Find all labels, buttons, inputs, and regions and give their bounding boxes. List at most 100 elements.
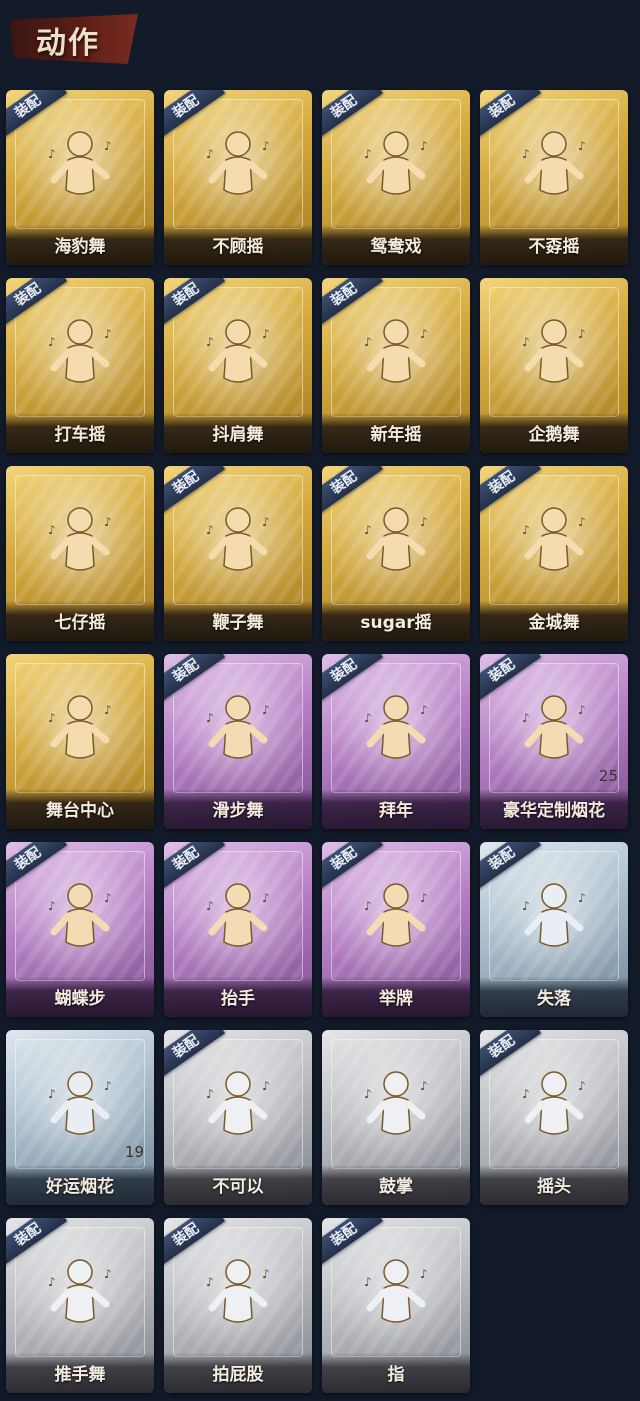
- dance-figure-icon: ♪♪: [48, 507, 112, 571]
- emote-card[interactable]: ♪ ♪ 失落 装配: [480, 842, 628, 1017]
- emote-card[interactable]: ♪ ♪ 舞台中心: [6, 654, 154, 829]
- svg-text:♪: ♪: [48, 147, 56, 161]
- svg-text:♪: ♪: [522, 1087, 530, 1101]
- svg-text:♪: ♪: [522, 523, 530, 537]
- svg-text:♪: ♪: [48, 1275, 56, 1289]
- svg-text:♪: ♪: [48, 523, 56, 537]
- emote-card[interactable]: ♪ ♪ 豪华定制烟花 25 装配: [480, 654, 628, 829]
- emote-card[interactable]: ♪ ♪ 滑步舞 装配: [164, 654, 312, 829]
- svg-text:♪: ♪: [262, 139, 270, 153]
- page-title: 动作: [36, 26, 100, 61]
- emote-card[interactable]: ♪ ♪ 七仔摇: [6, 466, 154, 641]
- emote-label: 举牌: [379, 989, 413, 1009]
- emote-card[interactable]: ♪ ♪ 不可以 装配: [164, 1030, 312, 1205]
- emote-card[interactable]: ♪ ♪ 企鹅舞: [480, 278, 628, 453]
- emote-card[interactable]: ♪ ♪ 指装配: [322, 1218, 470, 1393]
- emote-card[interactable]: ♪ ♪ 不顾摇 装配: [164, 90, 312, 265]
- svg-text:♪: ♪: [364, 147, 372, 161]
- svg-text:♪: ♪: [578, 515, 586, 529]
- svg-text:♪: ♪: [262, 1267, 270, 1281]
- emote-card[interactable]: ♪ ♪ 推手舞 装配: [6, 1218, 154, 1393]
- emote-card[interactable]: ♪ ♪ 新年摇 装配: [322, 278, 470, 453]
- emote-label: 七仔摇: [54, 613, 106, 633]
- dance-figure-icon: ♪♪: [206, 1259, 270, 1323]
- emote-card[interactable]: ♪ ♪ 鸳鸯戏 装配: [322, 90, 470, 265]
- dance-figure-icon: ♪♪: [48, 695, 112, 759]
- emote-card[interactable]: ♪ ♪ 金城舞 装配: [480, 466, 628, 641]
- emote-card[interactable]: ♪ ♪ 不孬摇 装配: [480, 90, 628, 265]
- svg-text:♪: ♪: [206, 147, 214, 161]
- emote-card[interactable]: ♪ ♪ 抖肩舞 装配: [164, 278, 312, 453]
- svg-text:♪: ♪: [262, 703, 270, 717]
- emote-label: 蝴蝶步: [54, 989, 106, 1009]
- svg-text:♪: ♪: [206, 899, 214, 913]
- dance-figure-icon: ♪♪: [48, 319, 112, 383]
- svg-text:♪: ♪: [262, 891, 270, 905]
- pointing-finger-icon: ♪♪: [206, 1071, 270, 1135]
- raise-hand-icon: ♪♪: [206, 883, 270, 947]
- svg-text:♪: ♪: [262, 1079, 270, 1093]
- emote-card[interactable]: ♪ ♪ 摇头 装配: [480, 1030, 628, 1205]
- dance-figure-icon: ♪♪: [522, 507, 586, 571]
- emote-label: 海豹舞: [54, 237, 106, 257]
- svg-text:♪: ♪: [420, 1079, 428, 1093]
- emote-label: 豪华定制烟花: [503, 801, 605, 821]
- svg-text:♪: ♪: [578, 891, 586, 905]
- crawling-figure-icon: ♪♪: [522, 883, 586, 947]
- firecracker-icon: ♪♪: [48, 1071, 112, 1135]
- svg-text:♪: ♪: [578, 327, 586, 341]
- pointing-hand-icon: ♪♪: [364, 1259, 428, 1323]
- dance-figure-icon: ♪♪: [206, 319, 270, 383]
- emote-card[interactable]: ♪ ♪ 拜年 装配: [322, 654, 470, 829]
- item-count: 19: [124, 1143, 144, 1161]
- svg-text:♪: ♪: [104, 139, 112, 153]
- emote-label: 抬手: [221, 989, 255, 1009]
- emote-card[interactable]: ♪ ♪ 举牌 装配: [322, 842, 470, 1017]
- emote-card[interactable]: ♪ ♪ 打车摇 装配: [6, 278, 154, 453]
- emote-label: 推手舞: [54, 1365, 106, 1385]
- svg-text:♪: ♪: [420, 139, 428, 153]
- emote-label: 滑步舞: [212, 801, 264, 821]
- shake-head-icon: ♪♪: [522, 1071, 586, 1135]
- svg-text:♪: ♪: [578, 139, 586, 153]
- emote-label: 不孬摇: [528, 237, 580, 257]
- svg-text:♪: ♪: [48, 335, 56, 349]
- item-count: 25: [598, 767, 618, 785]
- emote-label: sugar摇: [360, 613, 432, 633]
- emote-card[interactable]: ♪ ♪ 抬手 装配: [164, 842, 312, 1017]
- push-hands-icon: ♪♪: [48, 1259, 112, 1323]
- emote-label: 金城舞: [528, 613, 580, 633]
- dance-figure-icon: ♪♪: [364, 507, 428, 571]
- emote-label: 拍屁股: [212, 1365, 264, 1385]
- clapping-hands-icon: ♪♪: [364, 1071, 428, 1135]
- emote-grid: ♪ ♪ 海豹舞 装配 ♪ ♪ 不顾摇 装配 ♪ ♪ 鸳鸯戏 装配 ♪ ♪ 不孬摇 装配 ♪ ♪ 打车摇 装配 ♪ ♪ 抖肩舞…: [6, 90, 636, 1401]
- emote-card[interactable]: ♪ ♪ 蝴蝶步 装配: [6, 842, 154, 1017]
- dance-figure-icon: ♪♪: [522, 131, 586, 195]
- bow-figure-icon: ♪♪: [364, 695, 428, 759]
- emote-card[interactable]: ♪ ♪ 鞭子舞 装配: [164, 466, 312, 641]
- emote-card[interactable]: ♪ ♪ 海豹舞 装配: [6, 90, 154, 265]
- svg-text:♪: ♪: [364, 335, 372, 349]
- emote-card[interactable]: ♪ ♪ 好运烟花 19: [6, 1030, 154, 1205]
- emote-label: 打车摇: [54, 425, 106, 445]
- svg-text:♪: ♪: [104, 327, 112, 341]
- emote-label: 指: [387, 1365, 405, 1385]
- svg-text:♪: ♪: [522, 147, 530, 161]
- svg-text:♪: ♪: [48, 899, 56, 913]
- dance-figure-icon: ♪♪: [364, 319, 428, 383]
- svg-text:♪: ♪: [262, 327, 270, 341]
- svg-text:♪: ♪: [522, 335, 530, 349]
- emote-card[interactable]: ♪ ♪ 鼓掌: [322, 1030, 470, 1205]
- svg-text:♪: ♪: [420, 327, 428, 341]
- dance-figure-icon: ♪♪: [206, 695, 270, 759]
- svg-text:♪: ♪: [364, 1275, 372, 1289]
- emote-card[interactable]: ♪ ♪ 拍屁股 装配: [164, 1218, 312, 1393]
- emote-label: 抖肩舞: [212, 425, 264, 445]
- dance-figure-icon: ♪♪: [206, 507, 270, 571]
- svg-text:♪: ♪: [420, 1267, 428, 1281]
- emote-card[interactable]: ♪ ♪ sugar摇 装配: [322, 466, 470, 641]
- svg-text:♪: ♪: [420, 703, 428, 717]
- fireworks-icon: ♪♪: [522, 695, 586, 759]
- svg-text:♪: ♪: [420, 891, 428, 905]
- dance-figure-icon: ♪♪: [48, 883, 112, 947]
